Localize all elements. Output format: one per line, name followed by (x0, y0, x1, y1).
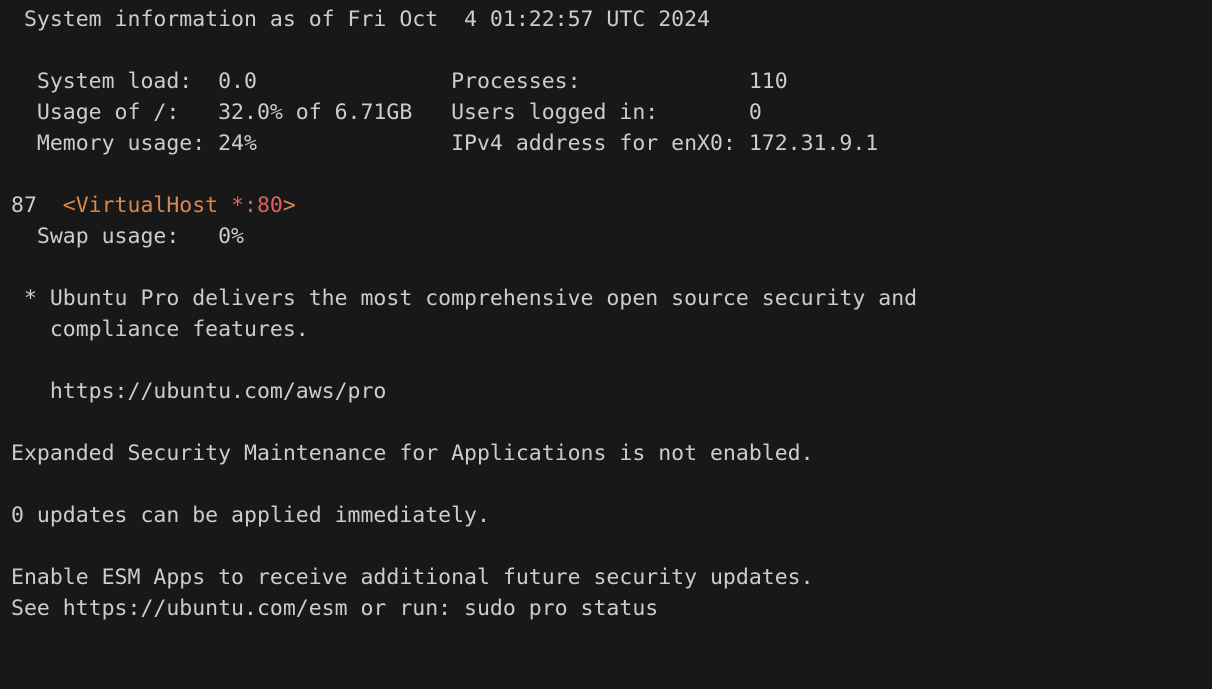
disk-usage-line: Usage of /: 32.0% of 6.71GB Users logged… (11, 100, 762, 125)
esm-link-line[interactable]: See https://ubuntu.com/esm or run: sudo … (11, 593, 658, 624)
esm-enable-line: Enable ESM Apps to receive additional fu… (11, 565, 814, 590)
esm-status-line: Expanded Security Maintenance for Applic… (11, 441, 814, 466)
terminal-output[interactable]: System information as of Fri Oct 4 01:22… (0, 0, 1212, 689)
updates-line: 0 updates can be applied immediately. (11, 503, 490, 528)
virtualhost-tag-open: <VirtualHost (62, 193, 232, 218)
virtualhost-tag-close: > (282, 193, 296, 218)
virtualhost-port: *:80 (231, 193, 283, 218)
system-load-line: System load: 0.0 Processes: 110 (11, 69, 788, 94)
virtualhost-line: <VirtualHost *:80> (11, 159, 296, 218)
swap-usage-line: Swap usage: 0% (11, 224, 244, 249)
system-info-header: System information as of Fri Oct 4 01:22… (11, 7, 710, 32)
stray-number-line: 87 (11, 193, 37, 218)
ubuntu-pro-notice: * Ubuntu Pro delivers the most comprehen… (11, 286, 918, 311)
ubuntu-pro-link[interactable]: https://ubuntu.com/aws/pro (11, 376, 387, 407)
memory-usage-line: Memory usage: 24% IPv4 address for enX0:… (11, 131, 879, 156)
ubuntu-pro-notice-cont: compliance features. (11, 317, 309, 342)
